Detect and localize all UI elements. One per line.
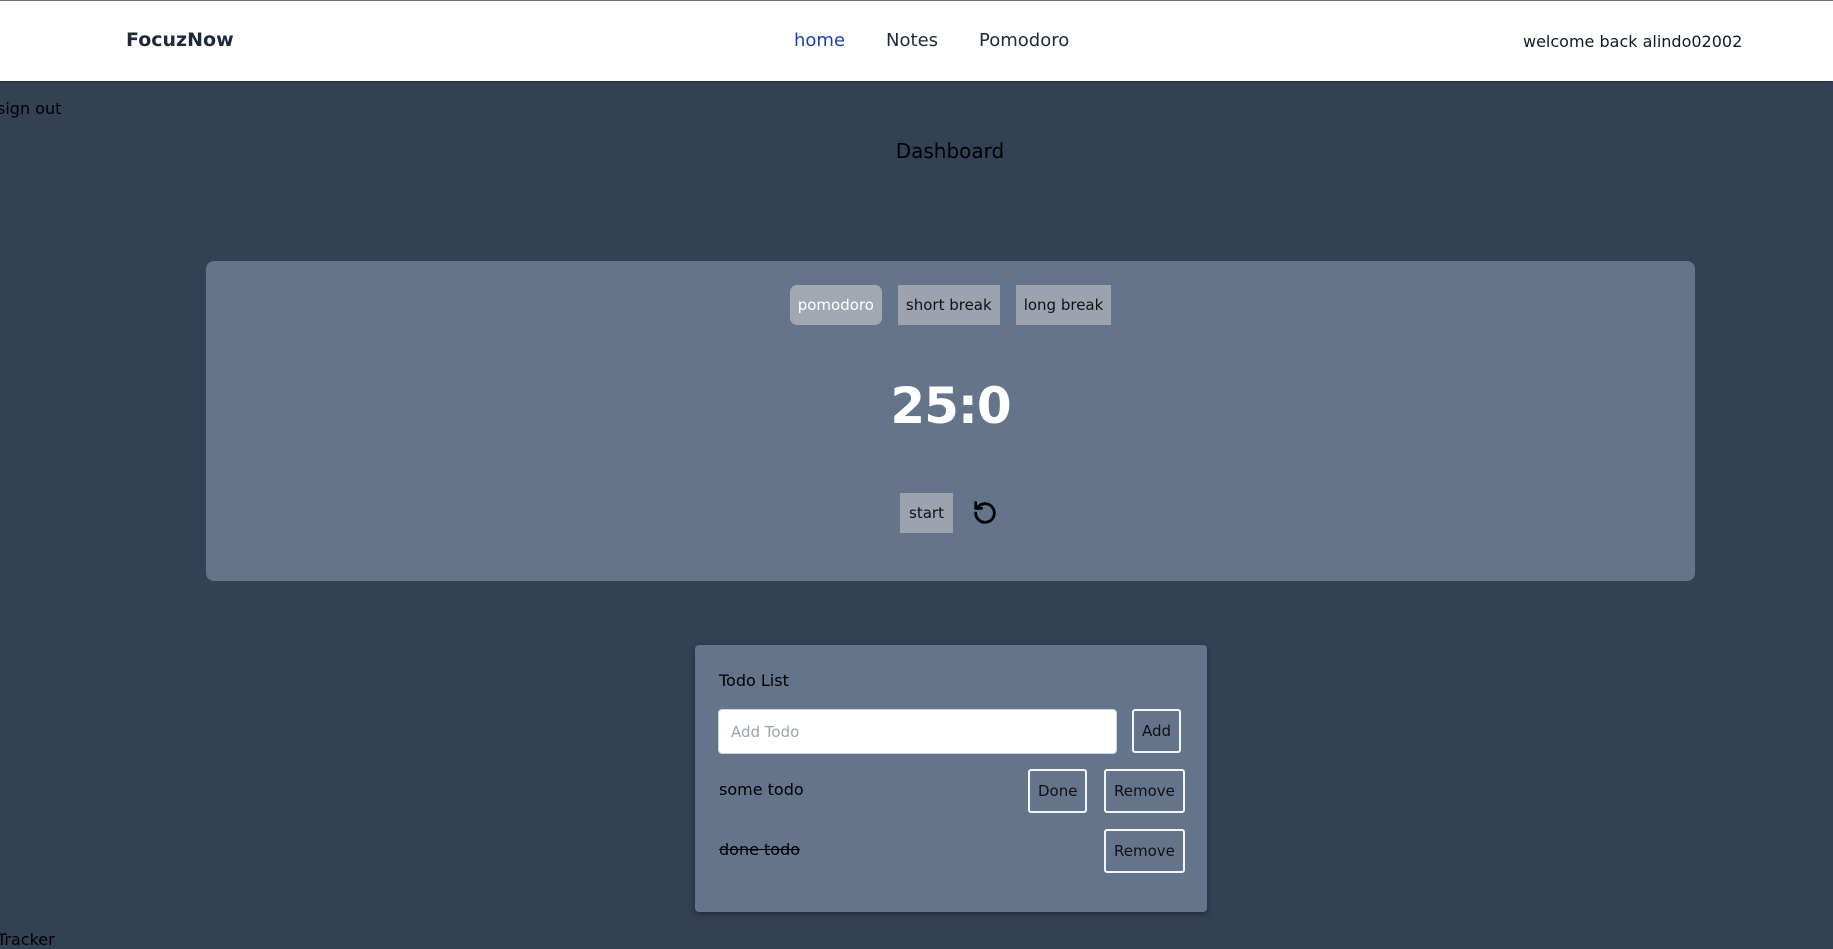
nav-home-link[interactable]: home	[794, 30, 845, 51]
remove-button[interactable]: Remove	[1104, 769, 1185, 813]
top-navbar: FocuzNow home Notes Pomodoro welcome bac…	[0, 0, 1833, 81]
add-todo-button[interactable]: Add	[1132, 709, 1182, 753]
mode-short-break-button[interactable]: short break	[897, 285, 1000, 325]
remove-button[interactable]: Remove	[1104, 829, 1185, 873]
timer-mode-tabs: pomodoro short break long break	[206, 285, 1695, 325]
mode-long-break-button[interactable]: long break	[1015, 285, 1112, 325]
reset-icon[interactable]	[969, 497, 1001, 529]
nav-pomodoro-link[interactable]: Pomodoro	[979, 30, 1069, 51]
sign-out-link[interactable]: sign out	[0, 99, 61, 118]
page-title: Dashboard	[895, 139, 1005, 163]
todo-item-text: done todo	[719, 840, 801, 859]
timer-display: 25:0	[890, 377, 1011, 435]
main-nav: home Notes Pomodoro	[794, 30, 1069, 51]
tracker-link[interactable]: Tracker	[0, 930, 55, 949]
todo-list-title: Todo List	[719, 671, 789, 690]
welcome-message: welcome back alindo02002	[1523, 32, 1743, 51]
nav-notes-link[interactable]: Notes	[886, 30, 938, 51]
timer-controls: start	[206, 493, 1695, 533]
add-todo-input[interactable]	[718, 709, 1117, 754]
todo-item-text: some todo	[719, 780, 804, 799]
mode-pomodoro-button[interactable]: pomodoro	[789, 285, 882, 325]
start-button[interactable]: start	[900, 493, 953, 533]
brand-logo[interactable]: FocuzNow	[126, 29, 234, 51]
pomodoro-timer-card: pomodoro short break long break 25:0 sta…	[206, 261, 1695, 581]
done-button[interactable]: Done	[1028, 769, 1088, 813]
todo-list-card: Todo List Add some todo Done Remove done…	[695, 645, 1207, 912]
